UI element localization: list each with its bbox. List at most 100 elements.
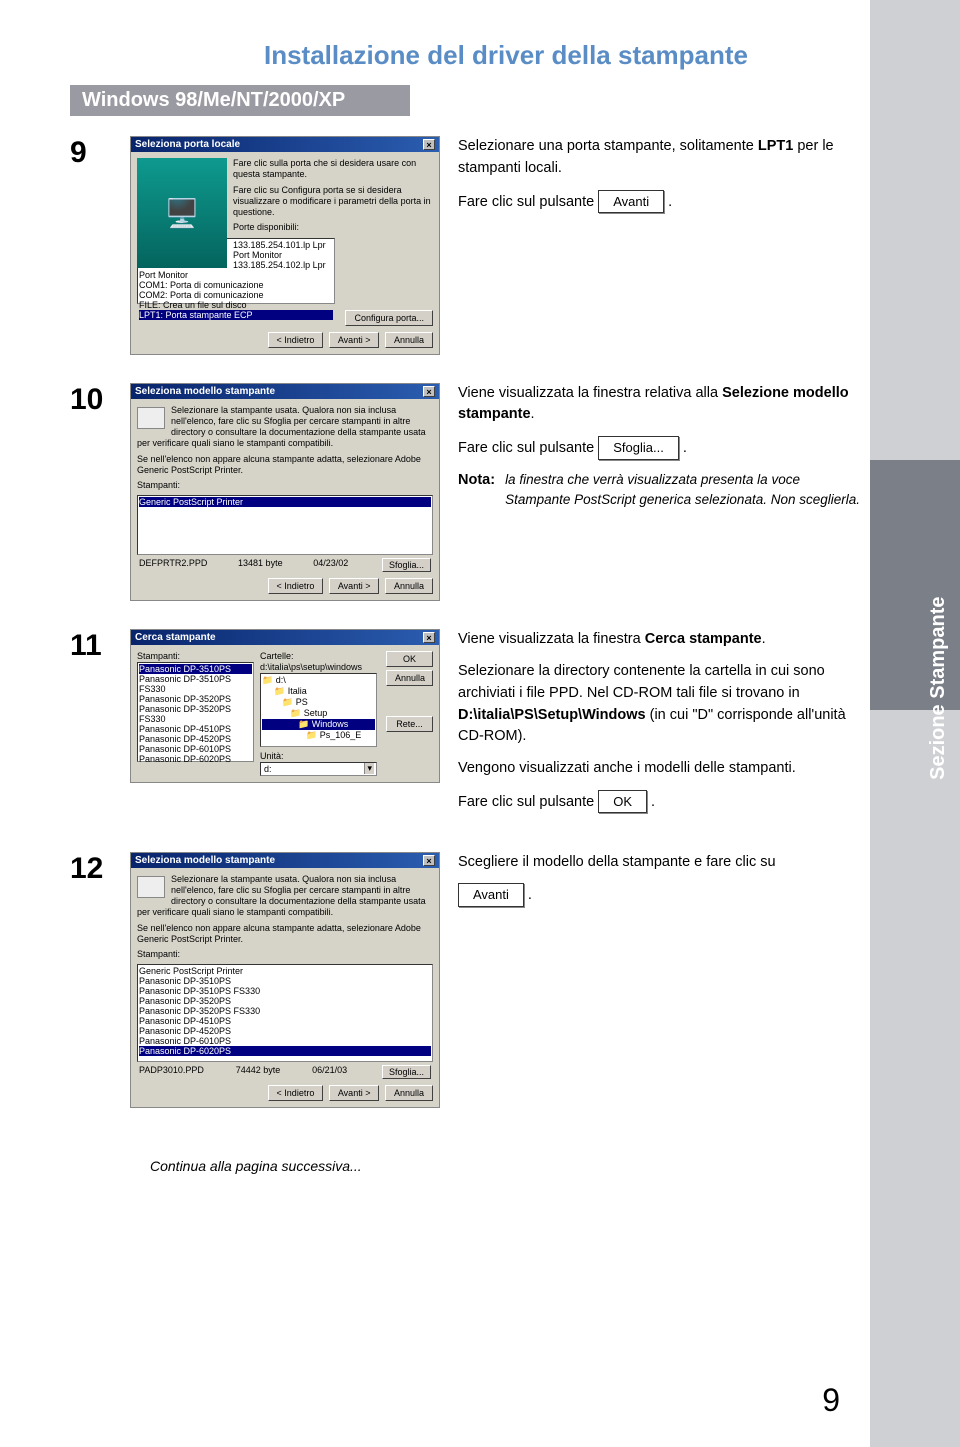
ok-button-ref: OK [598,790,647,814]
tree-item[interactable]: d:\ [262,675,375,686]
next-button[interactable]: Avanti > [329,332,380,348]
list-item[interactable]: Panasonic DP-6020PS [139,754,252,764]
list-item[interactable]: Panasonic DP-4520PS [139,1026,431,1036]
dialog-title: Seleziona porta locale [135,139,240,150]
folders-label: Cartelle: [260,651,377,661]
step-12: 12 Seleziona modello stampante × Selezio… [70,852,902,1109]
page-title: Installazione del driver della stampante [110,40,902,71]
sfoglia-button-ref: Sfoglia... [598,436,679,460]
step-9: 9 Seleziona porta locale × 🖥️ Fare clic … [70,136,902,355]
close-icon[interactable]: × [423,632,435,643]
list-item[interactable]: COM2: Porta di comunicazione [139,290,333,300]
text: Fare clic sul pulsante [458,794,598,810]
back-button[interactable]: < Indietro [268,1085,324,1101]
text: Vengono visualizzati anche i modelli del… [458,758,862,780]
close-icon[interactable]: × [423,386,435,397]
drive-dropdown[interactable]: d: [260,762,377,776]
list-item[interactable]: Generic PostScript Printer [139,966,431,976]
text: Selezionare una porta stampante, solitam… [458,138,758,154]
list-item[interactable]: Panasonic DP-3520PS [139,996,431,1006]
printer-icon [137,407,165,429]
list-item[interactable]: Panasonic DP-6010PS [139,744,252,754]
next-button[interactable]: Avanti > [329,578,380,594]
list-item-selected[interactable]: Generic PostScript Printer [139,497,431,507]
avanti-button-ref: Avanti [458,883,524,907]
tree-item[interactable]: Ps_106_E [262,730,375,741]
step-10: 10 Seleziona modello stampante × Selezio… [70,383,902,602]
dialog-select-printer-model-2: Seleziona modello stampante × Selezionar… [130,852,440,1109]
side-tab-label: Sezione Stampante [927,597,950,780]
printers-label: Stampanti: [137,651,254,661]
printers-listbox[interactable]: Panasonic DP-3510PS Panasonic DP-3510PS … [137,662,254,762]
list-item[interactable]: Panasonic DP-3510PS FS330 [139,986,431,996]
dialog-title: Seleziona modello stampante [135,855,275,866]
list-item[interactable]: Panasonic DP-6010PS [139,1036,431,1046]
step-number: 10 [70,383,112,417]
step-number: 12 [70,852,112,886]
dialog-select-printer-model: Seleziona modello stampante × Selezionar… [130,383,440,602]
close-icon[interactable]: × [423,139,435,150]
list-item[interactable]: Panasonic DP-4520PS [139,734,252,744]
step-instruction: Viene visualizzata la finestra Cerca sta… [458,629,902,823]
tree-item[interactable]: PS [262,697,375,708]
tree-item-selected[interactable]: Windows [262,719,375,730]
back-button[interactable]: < Indietro [268,332,324,348]
dialog-title: Seleziona modello stampante [135,386,275,397]
step-11: 11 Cerca stampante × Stampanti: Panasoni… [70,629,902,823]
printers-listbox[interactable]: Generic PostScript Printer Panasonic DP-… [137,964,433,1062]
text-bold: D:\italia\PS\Setup\Windows [458,707,646,723]
close-icon[interactable]: × [423,855,435,866]
network-button[interactable]: Rete... [386,716,433,732]
file-size: 13481 byte [238,558,283,572]
list-item[interactable]: Panasonic DP-3510PS FS330 [139,674,252,694]
dialog-browse-printer: Cerca stampante × Stampanti: Panasonic D… [130,629,440,783]
list-item-selected[interactable]: Panasonic DP-6020PS [139,1046,431,1056]
dialog-text: Se nell'elenco non appare alcuna stampan… [137,923,433,946]
text-bold: LPT1 [758,138,793,154]
file-size: 74442 byte [236,1065,281,1079]
dialog-select-local-port: Seleziona porta locale × 🖥️ Fare clic su… [130,136,440,355]
configure-port-button[interactable]: Configura porta... [345,310,433,326]
cancel-button[interactable]: Annulla [385,1085,433,1101]
list-label: Stampanti: [137,480,433,491]
list-item[interactable]: Panasonic DP-3520PS FS330 [139,1006,431,1016]
browse-button[interactable]: Sfoglia... [382,1065,431,1079]
list-item[interactable]: Panasonic DP-3520PS [139,694,252,704]
tree-item[interactable]: Italia [262,686,375,697]
ok-button[interactable]: OK [386,651,433,667]
text: Selezionare la directory contenente la c… [458,663,825,701]
cancel-button[interactable]: Annulla [385,332,433,348]
manual-page: Sezione Stampante Installazione del driv… [0,0,960,1447]
file-date: 04/23/02 [313,558,348,572]
text: Viene visualizzata la finestra relativa … [458,385,722,401]
next-button[interactable]: Avanti > [329,1085,380,1101]
browse-button[interactable]: Sfoglia... [382,558,431,572]
list-item[interactable]: COM1: Porta di comunicazione [139,280,333,290]
wizard-illustration: 🖥️ [137,158,227,268]
text: Fare clic sul pulsante [458,440,598,456]
text-bold: Cerca stampante [645,631,762,647]
list-item-selected[interactable]: Panasonic DP-3510PS [139,664,252,674]
cancel-button[interactable]: Annulla [385,578,433,594]
list-item[interactable]: Panasonic DP-4510PS [139,724,252,734]
dialog-titlebar: Seleziona porta locale × [131,137,439,152]
list-item[interactable]: Panasonic DP-3510PS [139,976,431,986]
step-instruction: Scegliere il modello della stampante e f… [458,852,902,918]
file-name: DEFPRTR2.PPD [139,558,207,572]
page-number: 9 [822,1382,840,1419]
dialog-text: Selezionare la stampante usata. Qualora … [137,874,433,919]
folder-tree[interactable]: d:\ Italia PS Setup Windows Ps_106_E [260,673,377,747]
note-text: la finestra che verrà visualizzata prese… [505,470,862,511]
list-item[interactable]: Panasonic DP-3520PS FS330 [139,704,252,724]
list-item[interactable]: Panasonic DP-4510PS [139,1016,431,1026]
text: Viene visualizzata la finestra [458,631,645,647]
dialog-text: Se nell'elenco non appare alcuna stampan… [137,454,433,477]
text: Scegliere il modello della stampante e f… [458,852,862,874]
note-label: Nota: [458,470,495,511]
printer-icon [137,876,165,898]
back-button[interactable]: < Indietro [268,578,324,594]
tree-item[interactable]: Setup [262,708,375,719]
printers-listbox[interactable]: Generic PostScript Printer [137,495,433,555]
cancel-button[interactable]: Annulla [386,670,433,686]
note: Nota: la finestra che verrà visualizzata… [458,470,862,511]
